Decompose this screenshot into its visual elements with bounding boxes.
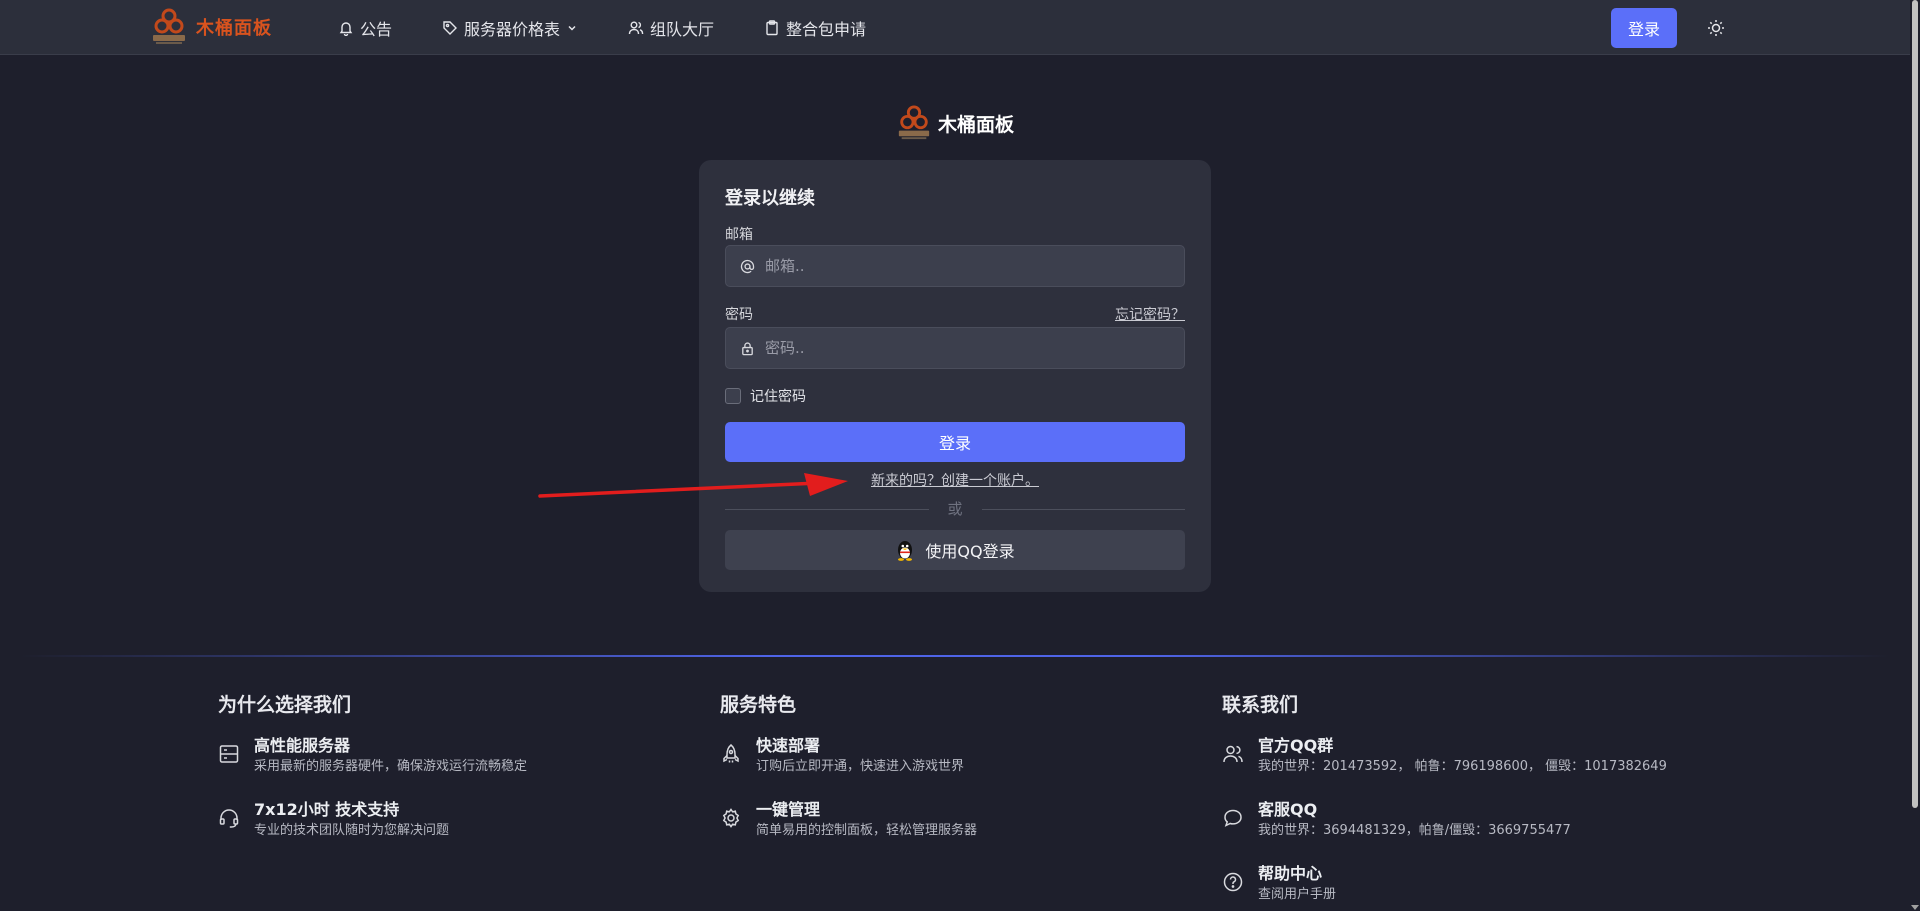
headset-icon: [219, 809, 239, 828]
nav-link-label: 整合包申请: [786, 19, 867, 39]
forgot-password-link[interactable]: 忘记密码？: [1115, 304, 1185, 324]
feature-item: 官方QQ群 我的世界：201473592， 帕鲁：796198600， 僵毁：1…: [1222, 735, 1782, 777]
nav-link-modpack-apply[interactable]: 整合包申请: [764, 16, 866, 40]
nav-link-label: 服务器价格表: [464, 19, 561, 39]
brand-name: 木桶面板: [196, 18, 272, 39]
footer-contact-us: 联系我们 官方QQ群 我的世界：201473592， 帕鲁：796198600，…: [1222, 690, 1782, 911]
nav-link-pricing[interactable]: 服务器价格表: [442, 16, 578, 40]
email-label: 邮箱: [725, 227, 753, 243]
nav-login-button[interactable]: 登录: [1611, 8, 1677, 48]
users-icon: [1223, 745, 1243, 763]
feature-title: 帮助中心: [1258, 864, 1323, 883]
brand-logo-icon: [898, 105, 930, 140]
password-input[interactable]: [765, 339, 1165, 357]
footer-heading: 服务特色: [720, 694, 797, 716]
password-field-wrapper[interactable]: [725, 327, 1185, 369]
feature-desc: 专业的技术团队随时为您解决问题: [254, 823, 450, 838]
feature-item: 帮助中心 查阅用户手册: [1222, 863, 1782, 905]
top-navbar: 木桶面板 公告 服务器价格表 组队大厅 整合包申请 登录: [0, 0, 1910, 55]
footer-divider: [20, 655, 1890, 657]
help-circle-icon: [1223, 872, 1243, 892]
feature-item: 客服QQ 我的世界：3694481329，帕鲁/僵毁：3669755477: [1222, 799, 1782, 841]
qq-login-label: 使用QQ登录: [925, 542, 1015, 561]
login-card: 登录以继续 邮箱 密码 忘记密码？ 记住密码 登录 新来的吗？创建一个账户。 或…: [699, 160, 1211, 592]
nav-links: 公告 服务器价格表 组队大厅 整合包申请: [338, 0, 916, 55]
qq-login-button[interactable]: 使用QQ登录: [725, 530, 1185, 570]
footer-why-us: 为什么选择我们 高性能服务器 采用最新的服务器硬件，确保游戏运行流畅稳定 7x1…: [218, 690, 678, 863]
feature-title: 客服QQ: [1258, 800, 1318, 819]
email-input[interactable]: [765, 257, 1165, 275]
annotation-arrow-icon: [538, 473, 848, 498]
tag-icon: [443, 20, 458, 35]
at-icon: [740, 259, 755, 273]
footer-heading: 联系我们: [1222, 694, 1299, 716]
feature-title: 官方QQ群: [1258, 736, 1334, 755]
chevron-down-icon: [568, 25, 576, 31]
login-brand-name: 木桶面板: [938, 113, 1015, 136]
login-brand: 木桶面板: [896, 103, 1014, 143]
divider-line-right: [982, 509, 1185, 510]
login-title: 登录以继续: [725, 188, 815, 209]
feature-title: 7x12小时 技术支持: [254, 800, 400, 819]
remember-me-label: 记住密码: [750, 389, 806, 405]
brand-logo-icon: [153, 8, 185, 44]
nav-link-label: 组队大厅: [650, 19, 715, 39]
qq-penguin-icon: [898, 541, 913, 561]
login-submit-button[interactable]: 登录: [725, 422, 1185, 462]
feature-desc: 采用最新的服务器硬件，确保游戏运行流畅稳定: [254, 759, 528, 774]
feature-title: 高性能服务器: [254, 736, 351, 755]
remember-me-checkbox[interactable]: [725, 388, 741, 404]
page-scrollbar[interactable]: [1910, 0, 1920, 911]
bell-icon: [339, 21, 353, 36]
chat-bubble-icon: [1224, 809, 1242, 827]
gear-icon: [722, 808, 740, 828]
feature-desc: 查阅用户手册: [1258, 887, 1337, 902]
feature-item: 7x12小时 技术支持 专业的技术团队随时为您解决问题: [218, 799, 678, 841]
feature-desc: 简单易用的控制面板，轻松管理服务器: [756, 823, 978, 838]
feature-desc: 订购后立即开通，快速进入游戏世界: [756, 759, 965, 774]
scroll-down-arrow-icon[interactable]: [1911, 905, 1919, 910]
feature-item: 快速部署 订购后立即开通，快速进入游戏世界: [720, 735, 1180, 777]
nav-link-announcements[interactable]: 公告: [338, 16, 392, 40]
feature-desc: 我的世界：3694481329，帕鲁/僵毁：3669755477: [1258, 823, 1571, 838]
email-field-wrapper[interactable]: [725, 245, 1185, 287]
password-label: 密码: [725, 307, 753, 323]
sun-icon[interactable]: [1706, 18, 1726, 38]
rocket-icon: [723, 744, 739, 763]
feature-desc: 我的世界：201473592， 帕鲁：796198600， 僵毁：1017382…: [1258, 759, 1667, 774]
footer-service-features: 服务特色 快速部署 订购后立即开通，快速进入游戏世界 一键管理 简单易用的控制面…: [720, 690, 1180, 863]
feature-title: 一键管理: [756, 800, 821, 819]
clipboard-icon: [766, 19, 778, 35]
nav-link-label: 公告: [360, 19, 393, 39]
nav-link-team-lobby[interactable]: 组队大厅: [628, 16, 714, 40]
footer-heading: 为什么选择我们: [218, 694, 352, 716]
feature-item: 一键管理 简单易用的控制面板，轻松管理服务器: [720, 799, 1180, 841]
brand-logo-link[interactable]: 木桶面板: [150, 6, 272, 48]
scrollbar-thumb[interactable]: [1912, 0, 1918, 808]
lock-icon: [742, 341, 753, 355]
feature-title: 快速部署: [756, 736, 821, 755]
server-icon: [219, 745, 239, 763]
remember-me[interactable]: 记住密码: [725, 386, 806, 406]
feature-item: 高性能服务器 采用最新的服务器硬件，确保游戏运行流畅稳定: [218, 735, 678, 777]
users-icon: [628, 21, 644, 34]
